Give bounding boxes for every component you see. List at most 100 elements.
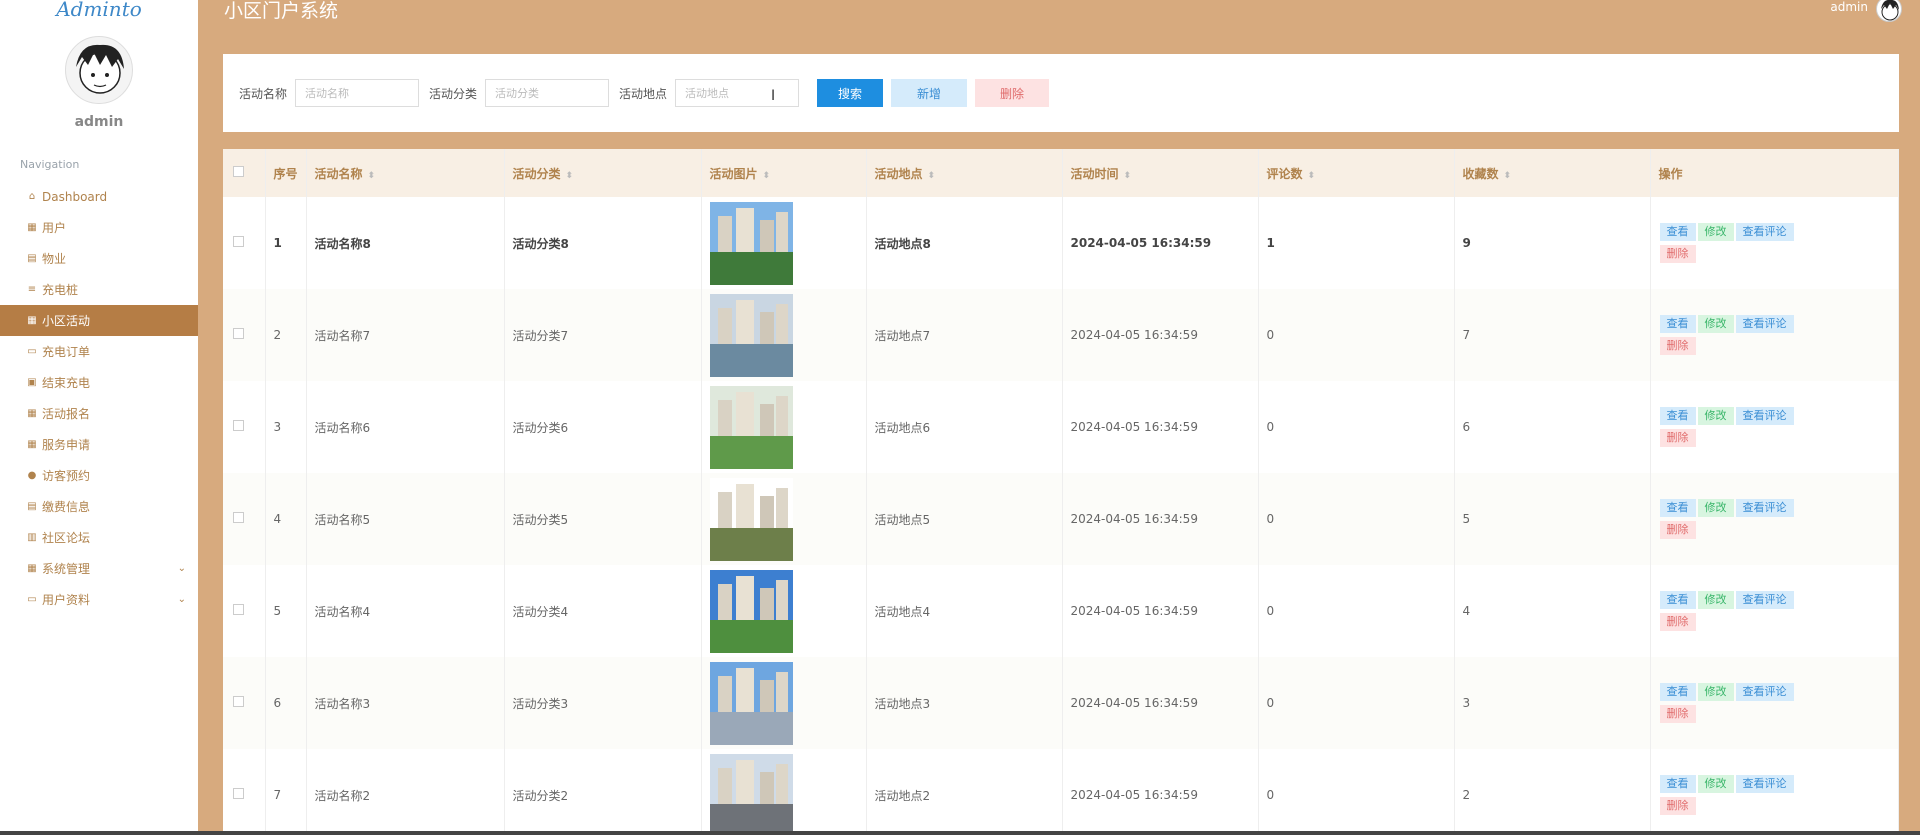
sidebar: Adminto admin Navigation ⌂ Dashboard ▦ 用户 ▤ 物… [0,0,198,835]
sidebar-item-13[interactable]: ▭ 用户资料 ⌄ [0,584,198,615]
view-button[interactable]: 查看 [1659,223,1696,241]
table-row[interactable]: 5 活动名称4 活动分类4 活动地点4 2024-04-05 16:34:59 0 4 查看修… [223,565,1899,657]
row-checkbox[interactable] [233,236,244,247]
sort-icon[interactable]: ⬍ [368,171,376,181]
activity-image[interactable] [709,753,793,835]
row-checkbox[interactable] [233,512,244,523]
sidebar-item-8[interactable]: ▦ 服务申请 [0,429,198,460]
delete-button[interactable]: 删除 [975,79,1050,107]
name-input[interactable] [295,79,420,107]
table-row[interactable]: 4 活动名称5 活动分类5 活动地点5 2024-04-05 16:34:59 0 5 查看修… [223,473,1899,565]
row-checkbox[interactable] [233,604,244,615]
view-comments-button[interactable]: 查看评论 [1735,591,1794,609]
table-row[interactable]: 1 活动名称8 活动分类8 活动地点8 2024-04-05 16:34:59 1 9 查看修… [223,197,1899,289]
view-comments-button[interactable]: 查看评论 [1735,223,1794,241]
sidebar-item-11[interactable]: ▥ 社区论坛 [0,522,198,553]
sort-icon[interactable]: ⬍ [928,171,936,181]
sidebar-item-3[interactable]: ≡ 充电桩 [0,274,198,305]
th-comments[interactable]: 评论数 ⬍ [1258,149,1455,197]
th-image[interactable]: 活动图片 ⬍ [701,149,867,197]
delete-row-button[interactable]: 删除 [1659,337,1696,355]
sidebar-item-9[interactable]: ● 访客预约 [0,460,198,491]
sidebar-item-7[interactable]: ▦ 活动报名 [0,398,198,429]
user-avatar[interactable] [65,36,133,104]
th-location[interactable]: 活动地点 ⬍ [866,149,1063,197]
brand-logo[interactable]: Adminto [0,0,198,24]
bottom-scrollbar[interactable] [0,831,1920,835]
cell-index: 1 [265,197,307,289]
row-checkbox[interactable] [233,328,244,339]
activity-image[interactable] [709,569,793,653]
table-row[interactable]: 3 活动名称6 活动分类6 活动地点6 2024-04-05 16:34:59 0 6 查看修… [223,381,1899,473]
view-comments-button[interactable]: 查看评论 [1735,499,1794,517]
search-button[interactable]: 搜索 [817,79,884,107]
nav-icon: ▦ [27,439,37,450]
view-button[interactable]: 查看 [1659,591,1696,609]
sort-icon[interactable]: ⬍ [566,171,574,181]
view-button[interactable]: 查看 [1659,499,1696,517]
edit-button[interactable]: 修改 [1697,683,1734,701]
sidebar-item-12[interactable]: ▦ 系统管理 ⌄ [0,553,198,584]
view-button[interactable]: 查看 [1659,407,1696,425]
edit-button[interactable]: 修改 [1697,223,1734,241]
view-comments-button[interactable]: 查看评论 [1735,407,1794,425]
activity-image[interactable] [709,661,793,745]
sort-icon[interactable]: ⬍ [763,171,771,181]
th-name[interactable]: 活动名称 ⬍ [306,149,505,197]
th-category[interactable]: 活动分类 ⬍ [504,149,702,197]
table-row[interactable]: 6 活动名称3 活动分类3 活动地点3 2024-04-05 16:34:59 0 3 查看修… [223,657,1899,749]
activity-image[interactable] [709,293,793,377]
category-input[interactable] [485,79,610,107]
th-time[interactable]: 活动时间 ⬍ [1062,149,1259,197]
sidebar-item-4[interactable]: ▦ 小区活动 [0,305,198,336]
row-checkbox[interactable] [233,696,244,707]
view-button[interactable]: 查看 [1659,775,1696,793]
view-comments-button[interactable]: 查看评论 [1735,683,1794,701]
sidebar-item-10[interactable]: ▤ 缴费信息 [0,491,198,522]
delete-row-button[interactable]: 删除 [1659,705,1696,723]
delete-row-button[interactable]: 删除 [1659,613,1696,631]
sidebar-item-1[interactable]: ▦ 用户 [0,212,198,243]
delete-row-button[interactable]: 删除 [1659,245,1696,263]
delete-row-button[interactable]: 删除 [1659,521,1696,539]
top-avatar[interactable] [1876,0,1902,22]
chevron-down-icon[interactable]: ⌄ [178,563,186,574]
activity-image[interactable] [709,477,793,561]
edit-button[interactable]: 修改 [1697,407,1734,425]
chevron-down-icon[interactable]: ⌄ [178,594,186,605]
sort-icon[interactable]: ⬍ [1124,171,1132,181]
table-row[interactable]: 2 活动名称7 活动分类7 活动地点7 2024-04-05 16:34:59 0 7 查看修… [223,289,1899,381]
th-favorites[interactable]: 收藏数 ⬍ [1454,149,1651,197]
sidebar-item-2[interactable]: ▤ 物业 [0,243,198,274]
view-comments-button[interactable]: 查看评论 [1735,775,1794,793]
sort-icon[interactable]: ⬍ [1504,171,1512,181]
edit-button[interactable]: 修改 [1697,775,1734,793]
view-button[interactable]: 查看 [1659,683,1696,701]
row-select-cell [223,565,266,657]
edit-button[interactable]: 修改 [1697,315,1734,333]
delete-row-button[interactable]: 删除 [1659,429,1696,447]
table-row[interactable]: 7 活动名称2 活动分类2 活动地点2 2024-04-05 16:34:59 0 2 查看修… [223,749,1899,835]
activity-image[interactable] [709,201,793,285]
select-all-checkbox[interactable] [233,166,244,177]
activity-image[interactable] [709,385,793,469]
edit-button[interactable]: 修改 [1697,499,1734,517]
row-checkbox[interactable] [233,788,244,799]
nav-icon: ▥ [27,532,37,543]
page-title: 小区门户系统 [224,0,339,22]
cell-image [701,197,867,289]
edit-button[interactable]: 修改 [1697,591,1734,609]
location-input[interactable] [675,79,800,107]
view-comments-button[interactable]: 查看评论 [1735,315,1794,333]
view-button[interactable]: 查看 [1659,315,1696,333]
sidebar-item-6[interactable]: ▣ 结束充电 [0,367,198,398]
delete-row-button[interactable]: 删除 [1659,797,1696,815]
sidebar-item-0[interactable]: ⌂ Dashboard [0,181,198,212]
row-checkbox[interactable] [233,420,244,431]
sort-icon[interactable]: ⬍ [1308,171,1316,181]
top-username[interactable]: admin [1830,0,1868,14]
nav-icon: ▦ [27,408,37,419]
sidebar-item-5[interactable]: ▭ 充电订单 [0,336,198,367]
add-button[interactable]: 新增 [891,79,968,107]
cell-favorites: 9 [1454,197,1651,289]
